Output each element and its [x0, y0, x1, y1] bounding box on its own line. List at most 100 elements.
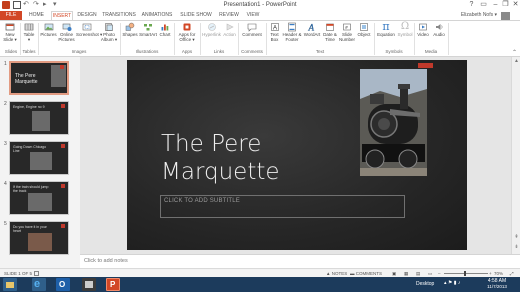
wordart-icon: A [307, 22, 314, 32]
slide-number-icon: # [343, 23, 351, 31]
new-slide-icon [5, 23, 15, 31]
equation-label: Equation [377, 32, 395, 37]
tab-file[interactable]: FILE [0, 11, 22, 20]
zoom-in-button[interactable]: + [489, 270, 492, 277]
thumbnail-photo [30, 152, 52, 170]
comments-toggle[interactable]: ▬ COMMENTS [350, 270, 382, 277]
header-footer-button[interactable]: Header & Footer [282, 22, 302, 42]
group-label-comments: Comments [241, 49, 263, 54]
tab-animations[interactable]: ANIMATIONS [140, 11, 174, 20]
shapes-icon [125, 22, 135, 31]
audio-button[interactable]: Audio [432, 22, 446, 37]
windows-taskbar: e O P Desktop ▴ ⚑ ▮ ♪ 4:58 AM 11/7/2013 [0, 277, 520, 292]
chart-button[interactable]: Chart [158, 22, 172, 37]
thumbnail-number: 1 [4, 61, 7, 67]
notes-toggle[interactable]: ▲ NOTES [326, 270, 347, 277]
next-slide-icon[interactable]: ⇟ [513, 244, 520, 251]
slide-thumbnail[interactable]: The Pere Marquette [9, 61, 69, 95]
help-button[interactable]: ? [466, 0, 477, 10]
proofing-icon[interactable] [34, 271, 39, 276]
photo-album-button[interactable]: Photo Album ▾ [99, 22, 119, 42]
shapes-label: Shapes [122, 32, 138, 37]
slide-thumbnail[interactable]: Do you have it in your heart [9, 221, 69, 255]
application-icon[interactable] [82, 278, 96, 291]
zoom-level[interactable]: 70% [494, 270, 503, 277]
collapse-ribbon-icon[interactable]: ⌃ [512, 49, 517, 56]
audio-icon [436, 24, 443, 30]
slide-thumbnail[interactable]: Engine, Engine no 9 [9, 101, 69, 135]
ribbon-tabs: FILE HOME INSERT DESIGN TRANSITIONS ANIM… [0, 11, 520, 21]
shapes-button[interactable]: Shapes [122, 22, 138, 37]
slide-editor: The Pere Marquette CLICK TO ADD SUBTITLE [80, 57, 520, 254]
zoom-slider-track[interactable] [444, 273, 488, 274]
thumbnail-title: If the train should jump the track [13, 185, 49, 193]
system-tray-icons[interactable]: ▴ ⚑ ▮ ♪ [444, 280, 460, 286]
object-button[interactable]: Object [356, 22, 372, 37]
group-label-slides: Slides [4, 49, 18, 54]
slide-number-button[interactable]: # Slide Number [339, 22, 355, 42]
slide-sorter-icon[interactable]: ▦ [404, 270, 408, 277]
online-pictures-icon [62, 23, 71, 31]
internet-explorer-icon[interactable]: e [32, 278, 46, 291]
tab-home[interactable]: HOME [26, 11, 47, 20]
normal-view-icon[interactable]: ▣ [392, 270, 396, 277]
zoom-out-button[interactable]: – [438, 270, 441, 277]
user-avatar[interactable] [501, 12, 510, 20]
tab-transitions[interactable]: TRANSITIONS [102, 11, 136, 20]
thumbnail-red-accent [61, 184, 65, 188]
slide-thumbnail[interactable]: If the train should jump the track [9, 181, 69, 215]
powerpoint-taskbar-icon[interactable]: P [106, 278, 120, 291]
video-button[interactable]: Video [416, 22, 430, 37]
reading-view-icon[interactable]: ▤ [416, 270, 420, 277]
table-button[interactable]: Table ▾ [22, 22, 36, 42]
outlook-icon[interactable]: O [56, 278, 70, 291]
user-name[interactable]: Elizabeth Nofs ▾ [461, 11, 497, 20]
thumbnail-number: 5 [4, 221, 7, 227]
slide-title-line: The Pere [161, 131, 262, 157]
text-box-button[interactable]: A Text Box [268, 22, 281, 42]
slide-thumbnail[interactable]: Going Down Chicago Line [9, 141, 69, 175]
apps-for-office-button[interactable]: Apps for Office ▾ [176, 22, 198, 42]
ribbon-display-options-button[interactable]: ▭ [478, 0, 489, 10]
action-label: Action [223, 32, 236, 37]
object-label: Object [357, 32, 371, 37]
hyperlink-icon [207, 23, 216, 31]
locomotive-photo[interactable] [360, 69, 427, 176]
current-slide[interactable]: The Pere Marquette CLICK TO ADD SUBTITLE [127, 60, 467, 250]
file-explorer-icon[interactable] [3, 278, 17, 291]
chart-label: Chart [159, 32, 171, 37]
table-label: Table ▾ [23, 32, 35, 42]
online-pictures-button[interactable]: Online Pictures [58, 22, 75, 42]
slide-title[interactable]: The Pere Marquette [161, 130, 341, 186]
symbol-button[interactable]: Ω Symbol [397, 22, 413, 38]
equation-button[interactable]: π Equation [376, 21, 396, 37]
hyperlink-button[interactable]: Hyperlink [202, 22, 221, 37]
slideshow-view-icon[interactable]: ▭ [428, 270, 432, 277]
thumbnail-red-accent [61, 104, 65, 108]
group-label-images: Images [71, 49, 87, 54]
tab-slide-show[interactable]: SLIDE SHOW [179, 11, 213, 20]
action-button[interactable]: Action [222, 22, 237, 37]
wordart-button[interactable]: A WordArt [303, 22, 321, 37]
chart-icon [161, 24, 169, 31]
new-slide-button[interactable]: New Slide ▾ [3, 22, 17, 42]
fit-slide-icon[interactable]: ⤢ [510, 270, 514, 277]
zoom-slider-thumb[interactable] [464, 271, 466, 276]
comment-button[interactable]: Comment [240, 22, 264, 37]
screenshot-button[interactable]: Screenshot ▾ [76, 22, 102, 37]
scroll-up-icon[interactable]: ▲ [513, 58, 520, 65]
tab-design[interactable]: DESIGN [76, 11, 98, 20]
tab-view[interactable]: VIEW [244, 11, 262, 20]
close-button[interactable]: ✕ [510, 0, 520, 10]
slide-title-line: Marquette [161, 159, 280, 185]
date-time-button[interactable]: Date & Time [322, 22, 338, 42]
notes-pane[interactable]: Click to add notes [80, 254, 520, 268]
smartart-button[interactable]: SmartArt [139, 22, 157, 37]
pictures-button[interactable]: Pictures [40, 22, 57, 37]
vertical-scrollbar[interactable]: ▲ ⇞ ⇟ [511, 57, 520, 254]
desktop-toolbar-label[interactable]: Desktop [416, 281, 434, 287]
subtitle-placeholder-box[interactable]: CLICK TO ADD SUBTITLE [160, 195, 405, 218]
clock-date[interactable]: 11/7/2013 [484, 284, 510, 290]
tab-review[interactable]: REVIEW [218, 11, 240, 20]
previous-slide-icon[interactable]: ⇞ [513, 234, 520, 241]
